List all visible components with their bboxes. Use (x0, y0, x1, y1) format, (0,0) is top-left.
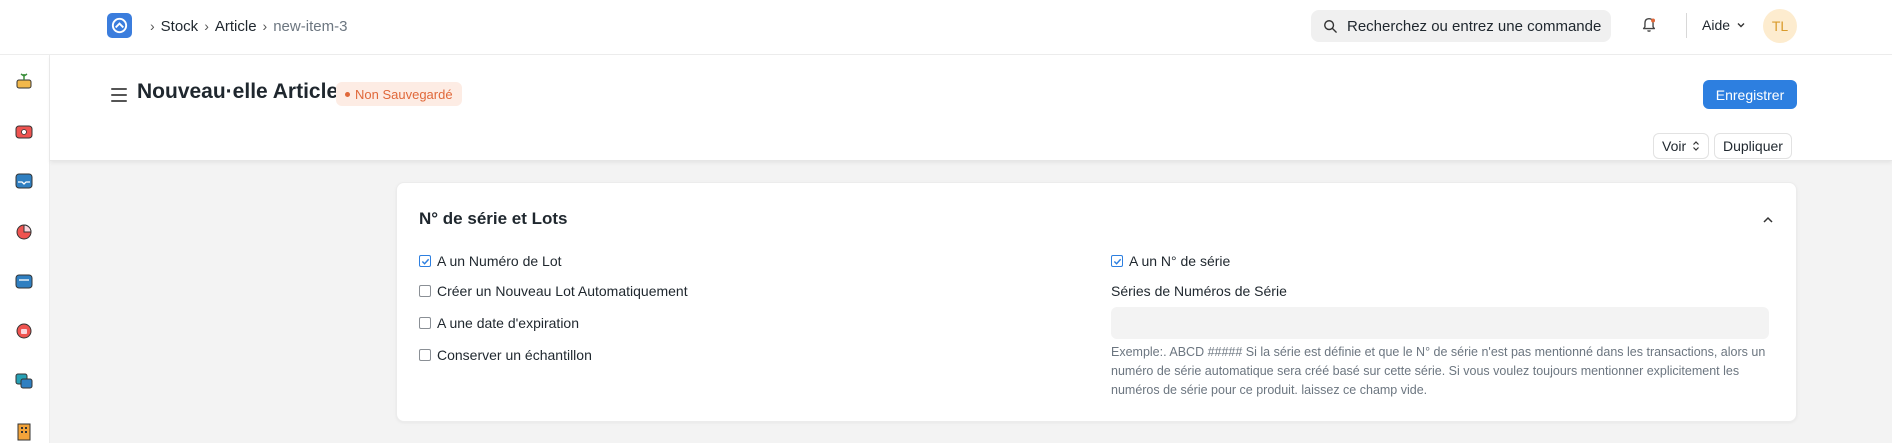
chevron-down-icon (1737, 23, 1745, 28)
search-input[interactable]: Recherchez ou entrez une commande (1347, 18, 1601, 35)
page-header: Nouveau·elle Article Non Sauvegardé Enre… (50, 55, 1892, 161)
checkbox-checked-icon[interactable] (1111, 255, 1123, 267)
has-batch-label: A un Numéro de Lot (437, 253, 562, 269)
menu-toggle-icon[interactable] (111, 88, 127, 106)
view-label: Voir (1662, 138, 1687, 154)
sort-updown-icon (1693, 141, 1700, 151)
help-label: Aide (1702, 17, 1731, 33)
checkbox-icon[interactable] (419, 317, 431, 329)
status-badge-label: Non Sauvegardé (355, 86, 453, 102)
has-serial-label: A un N° de série (1129, 253, 1231, 269)
avatar[interactable]: TL (1763, 9, 1797, 43)
notification-bell-icon[interactable] (1640, 16, 1658, 34)
building-icon[interactable] (13, 420, 35, 442)
save-button[interactable]: Enregistrer (1703, 80, 1797, 109)
help-dropdown[interactable]: Aide (1702, 17, 1746, 33)
support-icon[interactable] (13, 320, 35, 342)
auto-batch-label: Créer un Nouveau Lot Automatiquement (437, 283, 688, 299)
has-batch-checkbox-row[interactable]: A un Numéro de Lot (419, 253, 562, 269)
serial-series-label: Séries de Numéros de Série (1111, 283, 1287, 299)
breadcrumb-stock[interactable]: Stock (161, 18, 199, 35)
checkbox-icon[interactable] (419, 285, 431, 297)
toolbox-icon[interactable] (13, 120, 35, 142)
sidebar (0, 55, 50, 443)
chevron-up-icon[interactable] (1761, 213, 1775, 227)
checkbox-checked-icon[interactable] (419, 255, 431, 267)
view-dropdown[interactable]: Voir (1653, 133, 1710, 159)
has-serial-checkbox-row[interactable]: A un N° de série (1111, 253, 1230, 269)
search-icon (1324, 20, 1337, 33)
retain-sample-label: Conserver un échantillon (437, 347, 592, 363)
section-title: N° de série et Lots (419, 209, 568, 228)
auto-batch-checkbox-row[interactable]: Créer un Nouveau Lot Automatiquement (419, 283, 688, 299)
breadcrumb-article[interactable]: Article (215, 18, 257, 35)
archive-box-icon[interactable] (13, 270, 35, 292)
serial-batch-section: N° de série et Lots A un Numéro de Lot C… (396, 182, 1797, 422)
folders-icon[interactable] (13, 370, 35, 392)
chevron-right-icon: › (262, 18, 268, 34)
inbox-icon[interactable] (13, 170, 35, 192)
search-bar[interactable]: Recherchez ou entrez une commande (1311, 10, 1611, 42)
top-navbar: › Stock › Article › new-item-3 Recherche… (0, 0, 1892, 55)
serial-series-input[interactable] (1111, 307, 1769, 339)
navbar-divider (1686, 13, 1687, 38)
chevron-right-icon: › (204, 18, 209, 34)
expiry-date-label: A une date d'expiration (437, 315, 580, 331)
duplicate-button[interactable]: Dupliquer (1714, 133, 1792, 159)
status-badge: Non Sauvegardé (336, 82, 462, 106)
page-title: Nouveau·elle Article (137, 80, 339, 103)
app-logo-icon[interactable] (107, 13, 132, 38)
chevron-right-icon: › (150, 18, 155, 34)
status-dot-icon (345, 91, 350, 97)
serial-series-help: Exemple:. ABCD ##### Si la série est déf… (1111, 345, 1766, 397)
retain-sample-checkbox-row[interactable]: Conserver un échantillon (419, 347, 592, 363)
checkbox-icon[interactable] (419, 349, 431, 361)
expiry-date-checkbox-row[interactable]: A une date d'expiration (419, 315, 579, 331)
breadcrumb: › Stock › Article › new-item-3 (144, 16, 347, 36)
pie-chart-icon[interactable] (13, 220, 35, 242)
plant-pot-icon[interactable] (13, 70, 35, 92)
breadcrumb-current[interactable]: new-item-3 (273, 18, 347, 35)
